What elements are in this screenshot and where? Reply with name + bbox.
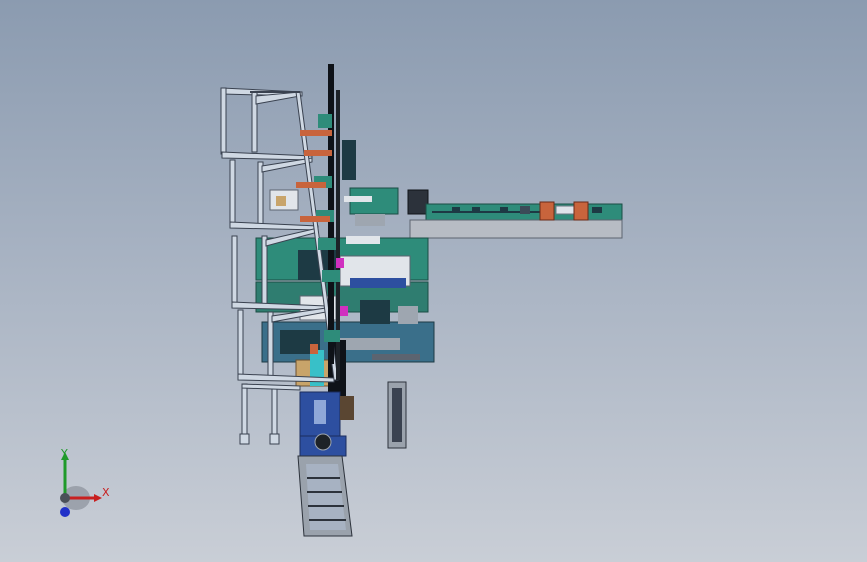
lower-conveyor[interactable] bbox=[297, 391, 354, 537]
x-axis-label: X bbox=[102, 486, 110, 499]
main-machine-body[interactable] bbox=[255, 187, 435, 396]
axis-triad-graphic bbox=[60, 452, 102, 517]
machine-assembly-model[interactable] bbox=[0, 0, 867, 562]
cad-viewport[interactable]: Y X bbox=[0, 0, 867, 562]
y-axis-label: Y bbox=[61, 447, 68, 460]
axis-triad: Y X bbox=[44, 446, 124, 526]
electrical-cabinet[interactable] bbox=[387, 381, 407, 449]
side-feeder-unit[interactable] bbox=[407, 189, 623, 239]
